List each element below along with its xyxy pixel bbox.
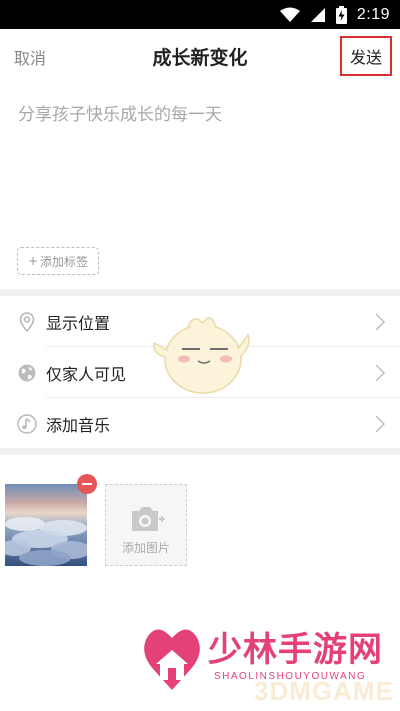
heart-house-logo [144,629,200,690]
add-photo-label: 添加图片 [121,541,170,555]
add-tag-label: 添加标签 [40,254,89,269]
option-label: 仅家人可见 [46,365,127,384]
section-divider [0,448,400,455]
send-button[interactable]: 发送 [340,36,392,76]
status-bar: 2:19 [0,0,400,29]
watermark-subtitle: SHAOLINSHOUYOUWANG [214,671,367,682]
battery-charging-icon [335,5,347,24]
section-divider [0,289,400,296]
nav-bar: 取消 成长新变化 发送 [0,29,400,84]
status-time: 2:19 [356,5,390,23]
mascot-sticker [152,317,250,394]
globe-icon [18,364,36,382]
remove-photo-button[interactable] [77,474,97,494]
cellular-icon [310,7,325,22]
location-pin-icon [19,312,35,333]
cloud-photo [5,484,87,566]
minus-icon [82,483,92,485]
status-icons: 2:19 [279,4,390,25]
watermark: 少林手游网 3DMGAME SHAOLINSHOUYOUWANG [140,622,395,707]
send-button-label: 发送 [349,48,382,67]
add-tag-button[interactable]: + 添加标签 [17,247,99,275]
plus-icon: + [27,254,39,268]
wifi-icon [279,7,300,22]
watermark-brand: 少林手游网 [208,630,383,670]
cancel-button[interactable]: 取消 [14,45,46,69]
chevron-right-icon [375,313,386,331]
photo-thumbnail[interactable] [5,484,87,566]
option-label: 添加音乐 [46,416,111,435]
option-add-music[interactable]: 添加音乐 [0,398,400,449]
music-note-icon [17,414,37,434]
chevron-right-icon [375,415,386,433]
post-text-input[interactable] [18,100,382,230]
chevron-right-icon [375,364,386,382]
add-photo-button[interactable]: 添加图片 [105,484,187,566]
camera-icon [132,507,165,531]
option-label: 显示位置 [46,314,111,333]
